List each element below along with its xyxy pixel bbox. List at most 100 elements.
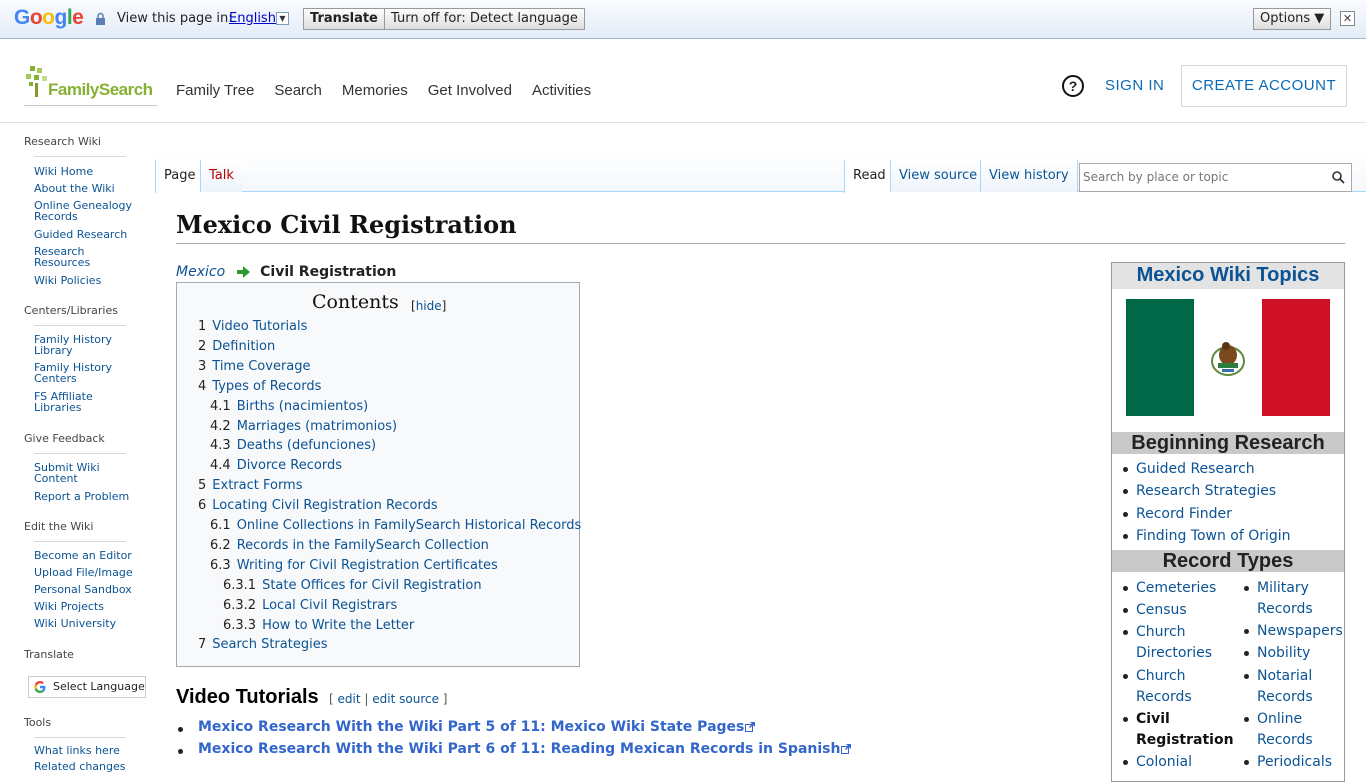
record-type-link[interactable]: Notarial Records: [1244, 666, 1313, 708]
toc-item-text[interactable]: State Offices for Civil Registration: [262, 578, 482, 593]
toc-item[interactable]: 1 Video Tutorials: [198, 319, 307, 334]
edit-link[interactable]: edit: [338, 692, 361, 706]
tab-talk[interactable]: Talk: [200, 160, 242, 192]
toc-item-text[interactable]: Divorce Records: [237, 458, 342, 473]
sidebar-item-wiki-university[interactable]: Wiki University: [34, 618, 144, 629]
toc-item-text[interactable]: Extract Forms: [212, 478, 302, 493]
video-link-item[interactable]: Mexico Research With the Wiki Part 6 of …: [177, 741, 852, 757]
sidebar-item-guided-research[interactable]: Guided Research: [34, 229, 144, 240]
sign-in-link[interactable]: SIGN IN: [1105, 77, 1164, 94]
toc-item[interactable]: 4 Types of Records: [198, 379, 321, 394]
toc-item-text[interactable]: Search Strategies: [212, 637, 327, 652]
nav-memories[interactable]: Memories: [342, 82, 408, 99]
infobox-link-record-finder[interactable]: Record Finder: [1123, 504, 1232, 525]
sidebar-item-about-wiki[interactable]: About the Wiki: [34, 183, 144, 194]
translate-button[interactable]: Translate: [303, 8, 385, 30]
toc-item[interactable]: 6.2 Records in the FamilySearch Collectio…: [210, 538, 489, 553]
record-type-link[interactable]: Newspapers: [1244, 621, 1343, 642]
wiki-search-input[interactable]: Search by place or topic: [1079, 163, 1352, 192]
sidebar-item-research-resources[interactable]: Research Resources: [34, 246, 104, 268]
help-icon[interactable]: ?: [1062, 75, 1084, 97]
record-type-link[interactable]: Periodicals: [1243, 752, 1332, 773]
toc-item[interactable]: 5 Extract Forms: [198, 478, 303, 493]
sidebar-item-fh-library[interactable]: Family History Library: [34, 334, 114, 356]
toc-item-text[interactable]: Births (nacimientos): [237, 399, 369, 414]
sidebar-item-sandbox[interactable]: Personal Sandbox: [34, 584, 144, 595]
record-type-link[interactable]: Colonial: [1122, 752, 1192, 773]
sidebar-item-fs-affiliate[interactable]: FS Affiliate Libraries: [34, 391, 109, 413]
toc-item-text[interactable]: Writing for Civil Registration Certifica…: [237, 558, 498, 573]
toc-item[interactable]: 6.3.1 State Offices for Civil Registratio…: [223, 578, 482, 593]
sidebar-item-fh-centers[interactable]: Family History Centers: [34, 362, 114, 384]
toc-item[interactable]: 4.2 Marriages (matrimonios): [210, 419, 397, 434]
toc-item-text[interactable]: How to Write the Letter: [262, 618, 414, 633]
toc-hide-toggle[interactable]: [hide]: [411, 299, 446, 313]
record-type-link[interactable]: Civil Registration: [1123, 709, 1234, 751]
toc-item-text[interactable]: Locating Civil Registration Records: [212, 498, 437, 513]
record-type-link[interactable]: Cemeteries: [1122, 578, 1216, 599]
nav-activities[interactable]: Activities: [532, 82, 591, 99]
toc-item[interactable]: 6.3.2 Local Civil Registrars: [223, 598, 397, 613]
sidebar-item-wiki-policies[interactable]: Wiki Policies: [34, 275, 144, 286]
toc-item[interactable]: 6.1 Online Collections in FamilySearch Hi…: [210, 518, 581, 533]
sidebar-item-related-changes[interactable]: Related changes: [34, 761, 144, 772]
options-button[interactable]: Options ▼: [1253, 8, 1332, 30]
toc-item-text[interactable]: Video Tutorials: [212, 319, 307, 334]
sidebar-item-wiki-home[interactable]: Wiki Home: [34, 166, 144, 177]
toc-item-text[interactable]: Online Collections in FamilySearch Histo…: [237, 518, 582, 533]
close-icon[interactable]: ✕: [1340, 11, 1355, 26]
toc-item[interactable]: 4.1 Births (nacimientos): [210, 399, 368, 414]
infobox-link-town-of-origin[interactable]: Finding Town of Origin: [1123, 526, 1291, 547]
language-select[interactable]: English: [229, 11, 276, 26]
toc-item-text[interactable]: Records in the FamilySearch Collection: [237, 538, 489, 553]
toc-item-text[interactable]: Marriages (matrimonios): [237, 419, 397, 434]
toc-item-text[interactable]: Definition: [212, 339, 275, 354]
video-link-text[interactable]: Mexico Research With the Wiki Part 5 of …: [198, 719, 744, 735]
infobox-link-guided-research[interactable]: Guided Research: [1123, 459, 1255, 480]
record-type-link[interactable]: Online Records: [1244, 709, 1313, 751]
infobox-link-research-strategies[interactable]: Research Strategies: [1122, 481, 1276, 502]
toc-item-text[interactable]: Time Coverage: [212, 359, 310, 374]
toc-item[interactable]: 3 Time Coverage: [198, 359, 311, 374]
language-dropdown-icon[interactable]: ▼: [276, 12, 289, 25]
select-language-widget[interactable]: Select Language: [28, 676, 146, 698]
record-type-link[interactable]: Census: [1123, 600, 1187, 621]
create-account-button[interactable]: CREATE ACCOUNT: [1181, 65, 1347, 107]
turn-off-button[interactable]: Turn off for: Detect language: [384, 8, 585, 30]
toc-item-text[interactable]: Deaths (defunciones): [237, 438, 376, 453]
video-link-item[interactable]: Mexico Research With the Wiki Part 5 of …: [177, 719, 756, 735]
toc-item-text[interactable]: Local Civil Registrars: [262, 598, 397, 613]
tab-view-source[interactable]: View source: [890, 160, 986, 192]
edit-source-link[interactable]: edit source: [372, 692, 439, 706]
sidebar-item-wiki-projects[interactable]: Wiki Projects: [34, 601, 144, 612]
toc-item[interactable]: 4.3 Deaths (defunciones): [210, 438, 376, 453]
nav-search[interactable]: Search: [274, 82, 322, 99]
sidebar-item-online-records[interactable]: Online Genealogy Records: [34, 200, 134, 222]
sidebar-item-what-links-here[interactable]: What links here: [34, 745, 144, 756]
toc-item[interactable]: 6.3 Writing for Civil Registration Certif…: [210, 558, 498, 573]
infobox-title[interactable]: Mexico Wiki Topics: [1112, 263, 1344, 289]
nav-get-involved[interactable]: Get Involved: [428, 82, 512, 99]
toc-item[interactable]: 6 Locating Civil Registration Records: [198, 498, 438, 513]
sidebar-item-upload[interactable]: Upload File/Image: [34, 567, 144, 578]
sidebar-item-become-editor[interactable]: Become an Editor: [34, 550, 144, 561]
sidebar-item-submit-content[interactable]: Submit Wiki Content: [34, 462, 104, 484]
record-type-link[interactable]: Church Directories: [1122, 622, 1212, 664]
familysearch-logo[interactable]: FamilySearch: [24, 64, 157, 106]
tab-page[interactable]: Page: [155, 160, 204, 193]
tab-read[interactable]: Read: [844, 160, 894, 193]
breadcrumb-mexico-link[interactable]: Mexico: [176, 264, 225, 280]
search-icon[interactable]: [1332, 171, 1345, 184]
sidebar-item-report-problem[interactable]: Report a Problem: [34, 491, 144, 502]
record-type-link[interactable]: Church Records: [1123, 666, 1192, 708]
toc-item[interactable]: 6.3.3 How to Write the Letter: [223, 618, 414, 633]
nav-family-tree[interactable]: Family Tree: [176, 82, 254, 99]
record-type-link[interactable]: Nobility: [1243, 643, 1310, 664]
mexico-flag-image[interactable]: [1126, 299, 1330, 416]
toc-item[interactable]: 2 Definition: [198, 339, 275, 354]
toc-item[interactable]: 4.4 Divorce Records: [210, 458, 342, 473]
video-link-text[interactable]: Mexico Research With the Wiki Part 6 of …: [198, 741, 840, 757]
toc-item-text[interactable]: Types of Records: [212, 379, 321, 394]
record-type-link[interactable]: Military Records: [1244, 578, 1313, 620]
toc-item[interactable]: 7 Search Strategies: [198, 637, 327, 652]
